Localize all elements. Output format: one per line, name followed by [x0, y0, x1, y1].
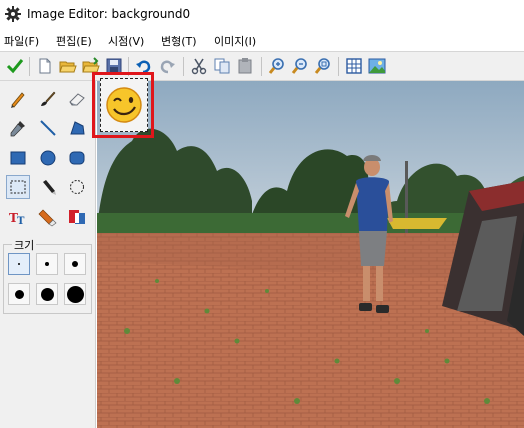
text-icon[interactable]: TT	[6, 205, 30, 229]
cut-icon[interactable]	[189, 56, 209, 76]
svg-text:T: T	[17, 216, 25, 227]
menu-image[interactable]: 이미지(I)	[214, 33, 256, 49]
menu-edit[interactable]: 편집(E)	[56, 33, 92, 49]
size-6-dot	[66, 285, 84, 303]
ellipse-icon[interactable]	[36, 146, 60, 170]
size-5-dot	[40, 287, 54, 301]
image-icon[interactable]	[367, 56, 387, 76]
zoom-out-icon[interactable]	[290, 56, 310, 76]
image-canvas[interactable]	[97, 81, 524, 428]
eraser-icon[interactable]	[65, 87, 89, 111]
menu-file[interactable]: 파일(F)	[4, 33, 39, 49]
rectangle-icon[interactable]	[6, 146, 30, 170]
toolbar-separator	[261, 57, 262, 76]
size-group: 크기	[3, 237, 92, 314]
grid-icon[interactable]	[344, 56, 364, 76]
size-5-button[interactable]	[36, 283, 58, 305]
ellipse-select-icon[interactable]	[65, 175, 89, 199]
pencil-icon[interactable]	[6, 87, 30, 111]
size-1-dot	[18, 263, 20, 265]
gear-icon	[5, 6, 21, 22]
size-2-dot	[45, 262, 49, 266]
toolbar-separator	[29, 57, 30, 76]
color-picker-icon[interactable]	[6, 116, 30, 140]
open-folder-icon[interactable]	[58, 56, 78, 76]
dropper-pen-icon[interactable]	[36, 175, 60, 199]
tool-panel: TT 크기	[0, 81, 96, 428]
main-toolbar	[0, 51, 524, 81]
redo-icon[interactable]	[157, 56, 177, 76]
zoom-in-icon[interactable]	[267, 56, 287, 76]
title-bar: Image Editor: background0	[0, 0, 524, 29]
size-2-button[interactable]	[36, 253, 58, 275]
size-4-dot	[14, 289, 24, 299]
size-4-button[interactable]	[8, 283, 30, 305]
menu-bar: 파일(F) 편집(E) 시점(V) 변형(T) 이미지(I)	[0, 29, 524, 51]
fill-shape-icon[interactable]	[65, 116, 89, 140]
rounded-rect-icon[interactable]	[65, 146, 89, 170]
rect-select-icon[interactable]	[6, 175, 30, 199]
menu-transform[interactable]: 변형(T)	[161, 33, 197, 49]
canvas-photo	[97, 81, 524, 428]
toolbar-separator	[183, 57, 184, 76]
paste-icon[interactable]	[235, 56, 255, 76]
check-icon[interactable]	[5, 56, 25, 76]
toolbar-separator	[338, 57, 339, 76]
selection-highlight	[92, 72, 154, 138]
size-label: 크기	[12, 237, 37, 253]
size-1-button[interactable]	[8, 253, 30, 275]
copy-icon[interactable]	[212, 56, 232, 76]
window-title: Image Editor: background0	[27, 7, 191, 21]
brush-icon[interactable]	[36, 87, 60, 111]
clone-stamp-icon[interactable]	[36, 205, 60, 229]
zoom-fit-icon[interactable]	[313, 56, 333, 76]
size-3-dot	[72, 261, 78, 267]
color-swap-icon[interactable]	[65, 205, 89, 229]
canopy	[387, 218, 447, 229]
new-file-icon[interactable]	[35, 56, 55, 76]
size-3-button[interactable]	[64, 253, 86, 275]
menu-view[interactable]: 시점(V)	[108, 33, 144, 49]
size-6-button[interactable]	[64, 283, 86, 305]
line-icon[interactable]	[36, 116, 60, 140]
